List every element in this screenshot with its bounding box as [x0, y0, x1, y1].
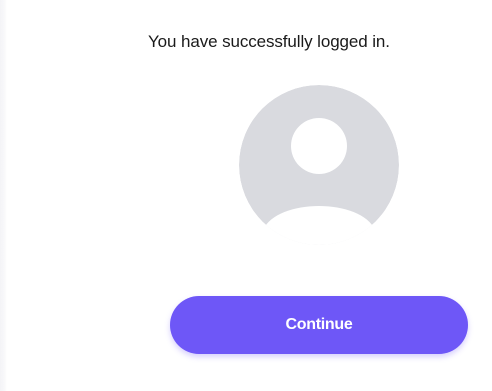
continue-button[interactable]: Continue: [170, 296, 468, 354]
user-avatar-icon: [239, 85, 399, 245]
success-message: You have successfully logged in.: [148, 32, 390, 51]
avatar: [239, 85, 399, 245]
login-success-panel: You have successfully logged in. Continu…: [7, 0, 492, 391]
left-panel-edge: [0, 0, 7, 391]
